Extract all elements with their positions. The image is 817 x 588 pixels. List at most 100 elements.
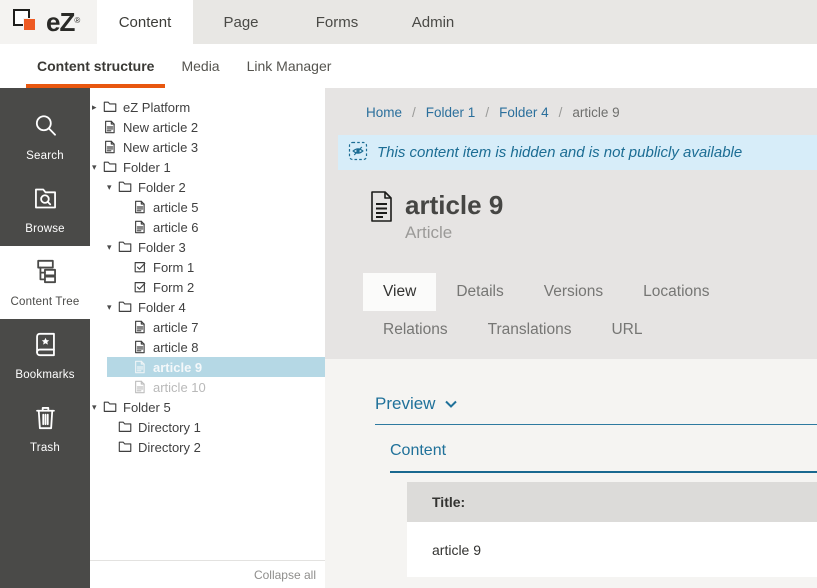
tree-item[interactable]: ▾ Folder 5 bbox=[90, 397, 325, 417]
tree-item-label: article 10 bbox=[153, 380, 206, 395]
folder-icon bbox=[117, 439, 133, 455]
content-type-label: Article bbox=[405, 223, 503, 243]
article-icon bbox=[132, 199, 148, 215]
tree-item-label: Folder 3 bbox=[138, 240, 186, 255]
notice-text: This content item is hidden and is not p… bbox=[377, 144, 742, 161]
sidebar-item-bookmarks[interactable]: Bookmarks bbox=[0, 319, 90, 392]
field-table: Title: article 9 bbox=[407, 482, 817, 577]
tree-item-label: Directory 1 bbox=[138, 420, 201, 435]
subnav-content-structure[interactable]: Content structure bbox=[26, 44, 165, 88]
content-header: Home / Folder 1 / Folder 4 / article 9 bbox=[325, 88, 817, 359]
chevron-down-icon bbox=[445, 400, 457, 408]
tree-item[interactable]: article 8 bbox=[90, 337, 325, 357]
tree-item-label: Folder 2 bbox=[138, 180, 186, 195]
preview-toggle[interactable]: Preview bbox=[375, 395, 817, 413]
caret-expanded-icon[interactable]: ▾ bbox=[107, 303, 117, 312]
tab-versions[interactable]: Versions bbox=[524, 273, 623, 311]
caret-expanded-icon[interactable]: ▾ bbox=[92, 163, 102, 172]
content-tree: ▸ eZ Platform New article 2 New article … bbox=[90, 88, 325, 560]
content-tree-icon bbox=[32, 258, 59, 290]
folder-icon bbox=[117, 179, 133, 195]
sidebar-item-content-tree[interactable]: Content Tree bbox=[0, 246, 90, 319]
page-title: article 9 bbox=[405, 190, 503, 221]
subnav-media[interactable]: Media bbox=[170, 44, 230, 88]
collapse-all-button[interactable]: Collapse all bbox=[254, 568, 316, 582]
caret-expanded-icon[interactable]: ▾ bbox=[107, 183, 117, 192]
top-tab-admin[interactable]: Admin bbox=[385, 0, 481, 44]
folder-icon bbox=[102, 99, 118, 115]
tree-item[interactable]: article 7 bbox=[90, 317, 325, 337]
breadcrumb-folder-4[interactable]: Folder 4 bbox=[499, 105, 549, 120]
sidebar-item-trash[interactable]: Trash bbox=[0, 392, 90, 465]
tree-item[interactable]: ▸ eZ Platform bbox=[90, 97, 325, 117]
tree-item-label: Folder 4 bbox=[138, 300, 186, 315]
tab-details[interactable]: Details bbox=[436, 273, 523, 311]
breadcrumb-home[interactable]: Home bbox=[366, 105, 402, 120]
folder-icon bbox=[102, 399, 118, 415]
top-tab-forms[interactable]: Forms bbox=[289, 0, 385, 44]
tab-view[interactable]: View bbox=[363, 273, 436, 311]
content-tree-panel: ▸ eZ Platform New article 2 New article … bbox=[90, 88, 325, 588]
breadcrumb-separator: / bbox=[485, 105, 489, 120]
main-content: Home / Folder 1 / Folder 4 / article 9 bbox=[325, 88, 817, 588]
tree-footer: Collapse all bbox=[90, 560, 325, 588]
sidebar-item-browse[interactable]: Browse bbox=[0, 173, 90, 246]
tab-relations[interactable]: Relations bbox=[363, 311, 468, 349]
tree-item-label: article 7 bbox=[153, 320, 199, 335]
content-divider bbox=[390, 471, 817, 473]
tab-locations[interactable]: Locations bbox=[623, 273, 729, 311]
app-window: eZ ® Content Page Forms Admin Content st… bbox=[0, 0, 817, 588]
article-icon bbox=[132, 219, 148, 235]
preview-label: Preview bbox=[375, 394, 435, 414]
tree-item[interactable]: New article 3 bbox=[90, 137, 325, 157]
tree-item[interactable]: Directory 1 bbox=[90, 417, 325, 437]
tree-item[interactable]: ▾ Folder 4 bbox=[90, 297, 325, 317]
tree-item-selected[interactable]: article 9 bbox=[90, 357, 325, 377]
caret-collapsed-icon[interactable]: ▸ bbox=[92, 103, 102, 112]
sidebar-item-label: Bookmarks bbox=[15, 369, 74, 381]
tree-item[interactable]: article 5 bbox=[90, 197, 325, 217]
tree-item[interactable]: Form 2 bbox=[90, 277, 325, 297]
tree-item[interactable]: New article 2 bbox=[90, 117, 325, 137]
tree-item-label: article 6 bbox=[153, 220, 199, 235]
article-icon bbox=[132, 379, 148, 395]
subnav-link-manager[interactable]: Link Manager bbox=[236, 44, 343, 88]
tree-item-hidden[interactable]: article 10 bbox=[90, 377, 325, 397]
tree-item-label: Folder 5 bbox=[123, 400, 171, 415]
tree-item[interactable]: article 6 bbox=[90, 217, 325, 237]
tab-translations[interactable]: Translations bbox=[468, 311, 592, 349]
tree-item-label: article 9 bbox=[153, 360, 202, 375]
folder-icon bbox=[117, 419, 133, 435]
content-tabs: View Details Versions Locations Relation… bbox=[363, 273, 817, 359]
top-tab-page[interactable]: Page bbox=[193, 0, 289, 44]
sidebar-item-search[interactable]: Search bbox=[0, 100, 90, 173]
breadcrumb-separator: / bbox=[412, 105, 416, 120]
tree-item[interactable]: ▾ Folder 1 bbox=[90, 157, 325, 177]
form-icon bbox=[132, 279, 148, 295]
tree-item-label: article 5 bbox=[153, 200, 199, 215]
tree-item[interactable]: Form 1 bbox=[90, 257, 325, 277]
search-icon bbox=[32, 112, 59, 144]
ez-logo-text: eZ bbox=[46, 9, 74, 35]
tab-url[interactable]: URL bbox=[591, 311, 662, 349]
ez-logo-icon bbox=[13, 7, 44, 38]
browse-icon bbox=[32, 185, 59, 217]
breadcrumb-folder-1[interactable]: Folder 1 bbox=[426, 105, 476, 120]
caret-expanded-icon[interactable]: ▾ bbox=[92, 403, 102, 412]
caret-expanded-icon[interactable]: ▾ bbox=[107, 243, 117, 252]
top-tab-content[interactable]: Content bbox=[97, 0, 193, 44]
breadcrumb-current: article 9 bbox=[572, 105, 619, 120]
ez-logo[interactable]: eZ ® bbox=[0, 0, 97, 44]
breadcrumb: Home / Folder 1 / Folder 4 / article 9 bbox=[325, 104, 817, 120]
tree-item[interactable]: ▾ Folder 3 bbox=[90, 237, 325, 257]
form-icon bbox=[132, 259, 148, 275]
preview-divider bbox=[375, 424, 817, 425]
breadcrumb-separator: / bbox=[559, 105, 563, 120]
eye-off-icon bbox=[348, 141, 368, 165]
tree-item[interactable]: ▾ Folder 2 bbox=[90, 177, 325, 197]
folder-icon bbox=[102, 159, 118, 175]
article-icon bbox=[132, 319, 148, 335]
sidebar-item-label: Trash bbox=[30, 442, 60, 454]
tree-item[interactable]: Directory 2 bbox=[90, 437, 325, 457]
folder-icon bbox=[117, 299, 133, 315]
